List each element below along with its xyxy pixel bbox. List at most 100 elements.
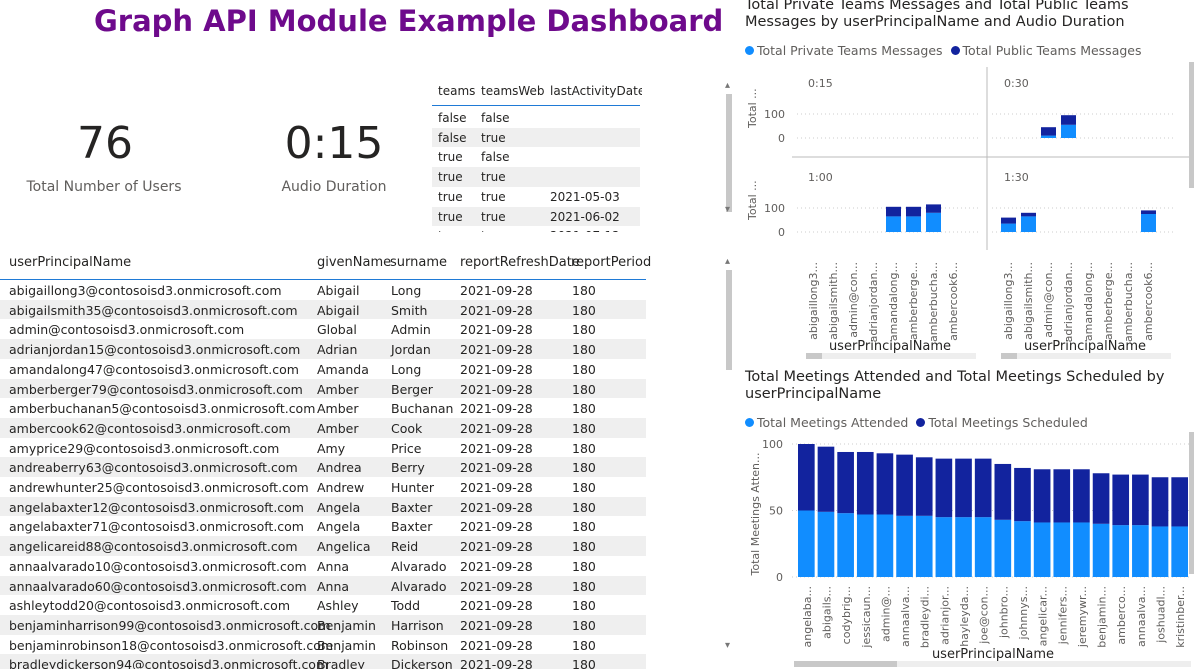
teams-table-row[interactable]: true false [432, 147, 640, 167]
upn-col-header[interactable]: userPrincipalName [9, 255, 131, 270]
users-table-scrollbar[interactable]: ▴ ▾ [724, 256, 734, 656]
teams-table-row[interactable]: true true 2021-05-03 [432, 187, 640, 207]
table-cell: annaalvarado10@contosoisd3.onmicrosoft.c… [9, 558, 307, 574]
bar-scheduled [1171, 477, 1188, 527]
table-row[interactable]: benjaminharrison99@contosoisd3.onmicroso… [0, 614, 646, 635]
teams-messages-legend: Total Private Teams Messages Total Publi… [745, 43, 1142, 58]
x-tick-label: abigaillong3... [1002, 262, 1015, 340]
teams-table-cell: true [481, 170, 506, 185]
legend-attended[interactable]: Total Meetings Attended [745, 415, 908, 430]
table-cell: 180 [572, 322, 596, 338]
bar-scheduled [1053, 469, 1071, 523]
table-row[interactable]: annaalvarado10@contosoisd3.onmicrosoft.c… [0, 556, 646, 576]
teams-table-row[interactable]: false false [432, 108, 640, 128]
audio-duration-value: 0:15 [284, 118, 384, 169]
x-tick-label: admin@con... [1042, 262, 1055, 338]
teams-table-row[interactable]: true true [432, 167, 640, 187]
teamsweb-col-header[interactable]: teamsWeb [481, 84, 545, 98]
x-tick-label: ambercook6... [947, 262, 960, 341]
legend-dot-icon [745, 46, 754, 55]
scroll-up-icon[interactable]: ▴ [725, 256, 730, 267]
bar-private [886, 216, 901, 232]
table-row[interactable]: amyprice29@contosoisd3.onmicrosoft.com Am… [0, 438, 646, 458]
x-tick-label: codybrig... [840, 586, 853, 644]
bar-scheduled [1073, 469, 1090, 523]
table-cell: angelicareid88@contosoisd3.onmicrosoft.c… [9, 539, 298, 555]
table-row[interactable]: andrewhunter25@contosoisd3.onmicrosoft.c… [0, 477, 646, 497]
table-row[interactable]: ambercook62@contosoisd3.onmicrosoft.com A… [0, 417, 646, 438]
bar-public [1021, 212, 1036, 217]
x-tick-label: amberco... [1115, 586, 1128, 645]
table-row[interactable]: annaalvarado60@contosoisd3.onmicrosoft.c… [0, 575, 646, 596]
table-cell: 180 [572, 401, 596, 417]
x-tick-label: amberbucha... [1122, 262, 1135, 342]
table-cell: ambercook62@contosoisd3.onmicrosoft.com [9, 420, 291, 436]
table-cell: Dickerson [391, 657, 453, 669]
teams-table-cell: true [438, 170, 463, 185]
teams-table-cell: false [438, 130, 467, 145]
teams-table-cell: true [481, 229, 506, 232]
bar-attended [1033, 522, 1051, 577]
bar-scheduled [1132, 474, 1149, 526]
total-users-value: 76 [77, 118, 133, 169]
teams-col-header[interactable]: teams [438, 84, 475, 98]
scroll-up-icon[interactable]: ▴ [725, 80, 730, 91]
legend-private[interactable]: Total Private Teams Messages [745, 43, 943, 58]
legend-dot-icon [950, 46, 960, 55]
table-row[interactable]: adrianjordan15@contosoisd3.onmicrosoft.c… [0, 339, 646, 359]
scroll-down-icon[interactable]: ▾ [725, 640, 730, 651]
table-row[interactable]: benjaminrobinson18@contosoisd3.onmicroso… [0, 635, 646, 655]
table-row[interactable]: abigailsmith35@contosoisd3.onmicrosoft.c… [0, 299, 646, 320]
table-row[interactable]: bradleydickerson94@contosoisd3.onmicroso… [0, 654, 646, 669]
table-cell: Abigail [317, 283, 360, 298]
x-tick-label: amberbucha... [927, 262, 940, 342]
bar-attended [1073, 522, 1090, 577]
table-row[interactable]: angelicareid88@contosoisd3.onmicrosoft.c… [0, 536, 646, 556]
table-row[interactable]: amberberger79@contosoisd3.onmicrosoft.co… [0, 378, 646, 399]
teams-table-row[interactable]: false true [432, 127, 640, 148]
teams-table-row[interactable]: true true 2021-06-02 [432, 206, 640, 227]
scroll-down-icon[interactable]: ▾ [725, 204, 730, 215]
table-cell: Andrea [317, 460, 362, 476]
x-scrollbar [1001, 353, 1171, 359]
table-cell: Alvarado [391, 558, 447, 574]
y-tick-label: 50 [769, 505, 783, 518]
reportrefreshdate-col-header[interactable]: reportRefreshDate [460, 255, 580, 270]
table-row[interactable]: angelabaxter71@contosoisd3.onmicrosoft.c… [0, 516, 646, 536]
table-cell: 2021-09-28 [460, 657, 533, 669]
teams-table-cell: true [438, 229, 463, 232]
table-row[interactable]: admin@contosoisd3.onmicrosoft.com Global A… [0, 319, 646, 339]
bar-scheduled [817, 446, 835, 512]
x-tick-label: admin@... [879, 586, 892, 642]
x-tick-label: hayleyda... [958, 586, 971, 647]
teams-table-row[interactable]: true true 2021-07-12 [432, 226, 640, 232]
x-tick-label: abigailsmith... [827, 262, 840, 340]
table-cell: 2021-09-28 [460, 460, 533, 476]
table-row[interactable]: andreaberry63@contosoisd3.onmicrosoft.co… [0, 457, 646, 477]
legend-scheduled[interactable]: Total Meetings Scheduled [916, 415, 1088, 430]
table-row[interactable]: ashleytodd20@contosoisd3.onmicrosoft.com… [0, 595, 646, 615]
table-cell: Reid [391, 539, 419, 555]
table-cell: Cook [391, 420, 423, 436]
table-cell: 2021-09-28 [460, 499, 533, 515]
table-cell: 180 [572, 637, 596, 653]
x-tick-label: amandalong... [1082, 262, 1095, 341]
table-row[interactable]: amberbuchanan5@contosoisd3.onmicrosoft.c… [0, 398, 646, 418]
table-cell: Robinson [391, 637, 449, 653]
legend-public[interactable]: Total Public Teams Messages [950, 43, 1142, 58]
lastactivitydate-col-header[interactable]: lastActivityDate [550, 84, 642, 98]
teams-table-scrollbar[interactable]: ▴ ▾ [724, 80, 734, 232]
scroll-thumb[interactable] [726, 94, 732, 212]
scroll-thumb[interactable] [726, 270, 732, 370]
table-cell: Berry [391, 460, 425, 476]
table-cell: 2021-09-28 [460, 420, 533, 436]
surname-col-header[interactable]: surname [390, 255, 447, 270]
table-row[interactable]: angelabaxter12@contosoisd3.onmicrosoft.c… [0, 496, 646, 517]
bar-private [1061, 124, 1076, 138]
reportperiod-col-header[interactable]: reportPeriod [571, 255, 651, 270]
table-cell: Amber [317, 381, 359, 397]
table-row[interactable]: abigaillong3@contosoisd3.onmicrosoft.com… [0, 280, 646, 300]
table-cell: 2021-09-28 [460, 302, 533, 318]
givenname-col-header[interactable]: givenName [317, 255, 391, 270]
table-row[interactable]: amandalong47@contosoisd3.onmicrosoft.com… [0, 359, 646, 379]
